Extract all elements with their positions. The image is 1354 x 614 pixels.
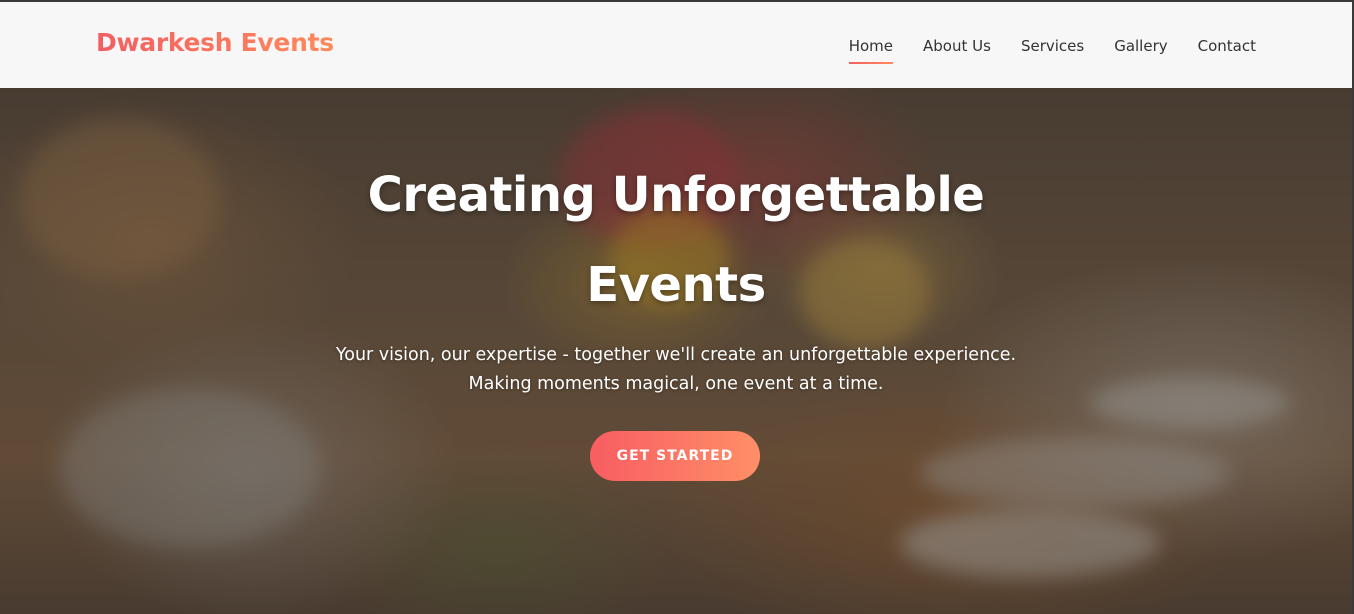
- nav-contact[interactable]: Contact: [1198, 37, 1256, 55]
- nav-about-us[interactable]: About Us: [923, 37, 991, 55]
- nav-gallery[interactable]: Gallery: [1114, 37, 1167, 55]
- brand-logo[interactable]: Dwarkesh Events: [96, 28, 334, 57]
- main-nav: Home About Us Services Gallery Contact: [848, 37, 1256, 64]
- nav-services[interactable]: Services: [1021, 37, 1084, 55]
- navbar: Dwarkesh Events Home About Us Services G…: [0, 2, 1352, 88]
- browser-viewport: Dwarkesh Events Home About Us Services G…: [0, 0, 1354, 614]
- hero-subtitle: Your vision, our expertise - together we…: [335, 345, 1017, 394]
- nav-home[interactable]: Home: [848, 37, 894, 64]
- hero-title: Creating Unforgettable Events: [367, 167, 985, 313]
- get-started-button[interactable]: GET STARTED: [590, 431, 760, 481]
- hero-section: Creating Unforgettable Events Your visio…: [0, 88, 1352, 614]
